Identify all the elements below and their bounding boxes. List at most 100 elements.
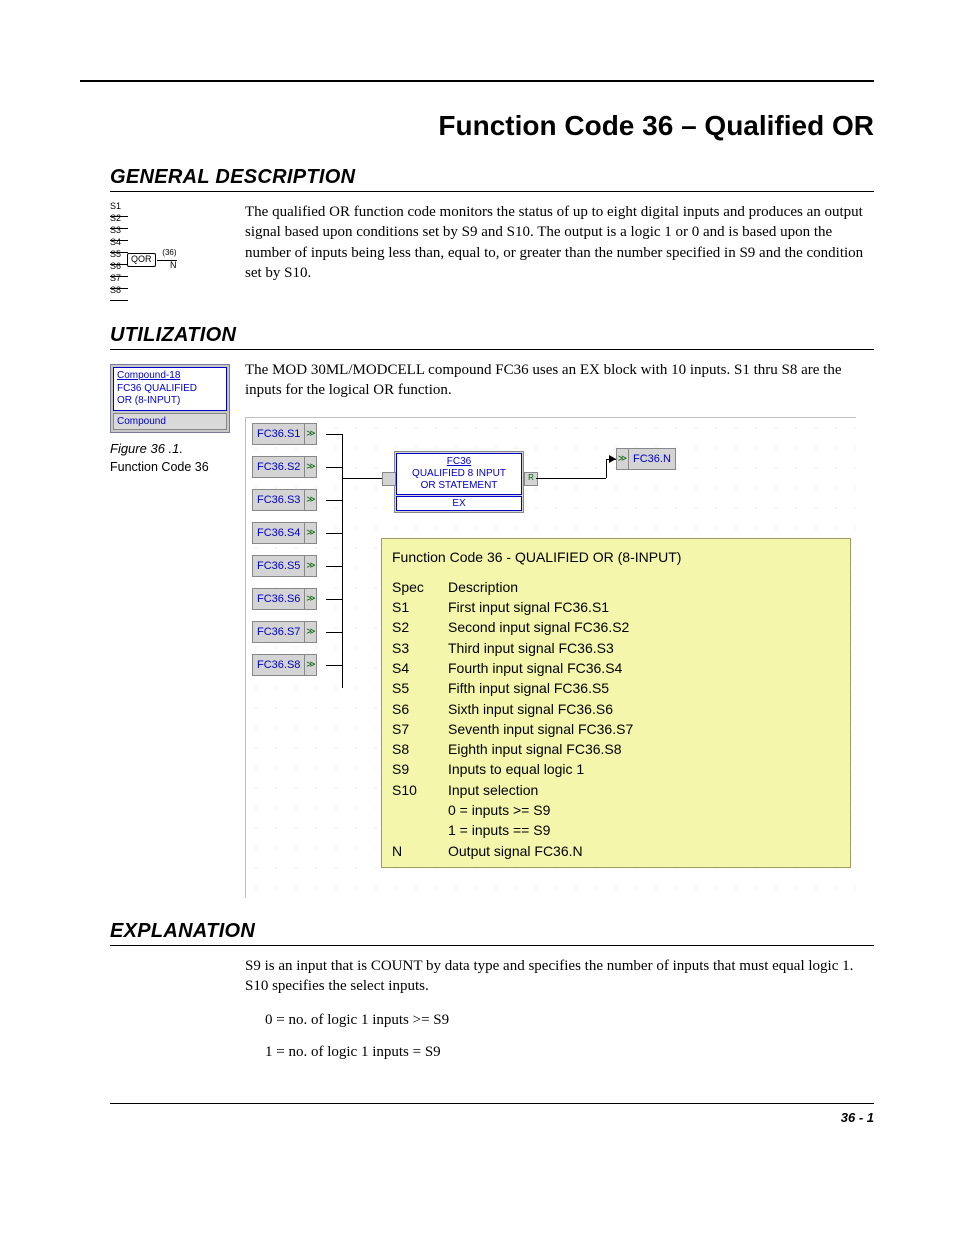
qor-output: (36)N [157, 260, 177, 261]
desc-cell: Input selection [448, 780, 643, 800]
wire [326, 500, 342, 501]
top-rule [80, 80, 874, 82]
port-icon: ≫ [304, 621, 317, 643]
page-title: Function Code 36 – Qualified OR [80, 110, 874, 142]
table-row: S1First input signal FC36.S1 [392, 597, 643, 617]
spec-cell: S7 [392, 719, 448, 739]
diagram-output-block: ≫ FC36.N [616, 448, 676, 470]
diagram-input-block: FC36.S8≫ [252, 654, 317, 676]
diagram-input-block: FC36.S3≫ [252, 489, 317, 511]
desc-cell: Fourth input signal FC36.S4 [448, 658, 643, 678]
qor-gate-label: QOR [127, 253, 156, 267]
table-row: 1 = inputs == S9 [392, 820, 643, 840]
spec-cell: S6 [392, 699, 448, 719]
spec-head-spec: Spec [392, 577, 448, 597]
diagram-input-label: FC36.S3 [252, 489, 304, 511]
diagram-input-label: FC36.S1 [252, 423, 304, 445]
explanation-eq0: 0 = no. of logic 1 inputs >= S9 [265, 1010, 874, 1030]
desc-cell: Second input signal FC36.S2 [448, 617, 643, 637]
page-footer: 36 - 1 [110, 1103, 874, 1125]
spec-cell: N [392, 841, 448, 861]
table-row: S5Fifth input signal FC36.S5 [392, 678, 643, 698]
center-ex: EX [396, 496, 522, 511]
port-icon: ≫ [304, 456, 317, 478]
table-row: S7Seventh input signal FC36.S7 [392, 719, 643, 739]
qor-input-row: S3 [110, 230, 230, 242]
table-row: S4Fourth input signal FC36.S4 [392, 658, 643, 678]
spec-table: Spec Description S1First input signal FC… [392, 577, 643, 861]
wire [326, 599, 342, 600]
section-rule [110, 349, 874, 350]
diagram-input-block: FC36.S6≫ [252, 588, 317, 610]
diagram-input-label: FC36.S2 [252, 456, 304, 478]
diagram-input-label: FC36.S7 [252, 621, 304, 643]
qor-input-row: S7 [110, 278, 230, 290]
desc-cell: First input signal FC36.S1 [448, 597, 643, 617]
wire [342, 478, 386, 479]
desc-cell: 1 = inputs == S9 [448, 820, 643, 840]
center-port-icon: R [524, 472, 538, 486]
utilization-text: The MOD 30ML/MODCELL compound FC36 uses … [245, 360, 874, 401]
center-line3: OR STATEMENT [421, 480, 498, 491]
port-icon: ≫ [304, 522, 317, 544]
arrowhead-icon [609, 455, 616, 463]
wire-bus [342, 434, 343, 688]
section-rule [110, 191, 874, 192]
port-icon: ≫ [304, 654, 317, 676]
spec-cell: S1 [392, 597, 448, 617]
section-heading-utilization: UTILIZATION [110, 324, 874, 347]
desc-cell: 0 = inputs >= S9 [448, 800, 643, 820]
port-icon: ≫ [304, 423, 317, 445]
wire [326, 467, 342, 468]
spec-cell: S5 [392, 678, 448, 698]
spec-cell: S4 [392, 658, 448, 678]
qor-input-row: S8 [110, 290, 230, 302]
spec-cell: S9 [392, 759, 448, 779]
spec-pane-title: Function Code 36 - QUALIFIED OR (8-INPUT… [392, 547, 840, 567]
qor-input-row: S2 [110, 218, 230, 230]
compound-title: Compound-18 [117, 370, 180, 381]
spec-cell: S2 [392, 617, 448, 637]
section-heading-explanation: EXPLANATION [110, 920, 874, 943]
table-row: 0 = inputs >= S9 [392, 800, 643, 820]
port-icon: ≫ [304, 555, 317, 577]
spec-pane: Function Code 36 - QUALIFIED OR (8-INPUT… [381, 538, 851, 868]
diagram-input-block: FC36.S5≫ [252, 555, 317, 577]
wire [326, 665, 342, 666]
port-icon: ≫ [304, 489, 317, 511]
compound-line2: FC36 QUALIFIED [117, 383, 197, 394]
section-rule [110, 945, 874, 946]
compound-button: Compound [113, 413, 227, 430]
general-description-text: The qualified OR function code monitors … [245, 202, 874, 302]
diagram-input-label: FC36.S5 [252, 555, 304, 577]
table-row: S8Eighth input signal FC36.S8 [392, 739, 643, 759]
diagram-input-block: FC36.S1≫ [252, 423, 317, 445]
function-diagram: FC36 QUALIFIED 8 INPUT OR STATEMENT EX R… [245, 417, 856, 898]
desc-cell: Sixth input signal FC36.S6 [448, 699, 643, 719]
qor-input-row: S5QOR(36)N [110, 254, 230, 266]
desc-cell: Seventh input signal FC36.S7 [448, 719, 643, 739]
desc-cell: Fifth input signal FC36.S5 [448, 678, 643, 698]
diagram-input-block: FC36.S7≫ [252, 621, 317, 643]
output-label: FC36.N [629, 448, 676, 470]
diagram-input-label: FC36.S4 [252, 522, 304, 544]
spec-cell: S10 [392, 780, 448, 800]
diagram-input-block: FC36.S2≫ [252, 456, 317, 478]
spec-cell: S8 [392, 739, 448, 759]
desc-cell: Inputs to equal logic 1 [448, 759, 643, 779]
compound-line3: OR (8-INPUT) [117, 395, 180, 406]
section-heading-general: GENERAL DESCRIPTION [110, 166, 874, 189]
desc-cell: Third input signal FC36.S3 [448, 638, 643, 658]
table-row: S9Inputs to equal logic 1 [392, 759, 643, 779]
diagram-center-block: FC36 QUALIFIED 8 INPUT OR STATEMENT EX [394, 451, 524, 513]
desc-cell: Output signal FC36.N [448, 841, 643, 861]
table-row: S6Sixth input signal FC36.S6 [392, 699, 643, 719]
diagram-input-label: FC36.S8 [252, 654, 304, 676]
qor-gate-icon: S1S2S3S4S5QOR(36)NS6S7S8 [110, 206, 230, 302]
wire [326, 632, 342, 633]
desc-cell: Eighth input signal FC36.S8 [448, 739, 643, 759]
figure-label: Figure 36 .1. [110, 441, 237, 456]
explanation-eq1: 1 = no. of logic 1 inputs = S9 [265, 1042, 874, 1062]
port-icon: ≫ [304, 588, 317, 610]
diagram-input-block: FC36.S4≫ [252, 522, 317, 544]
